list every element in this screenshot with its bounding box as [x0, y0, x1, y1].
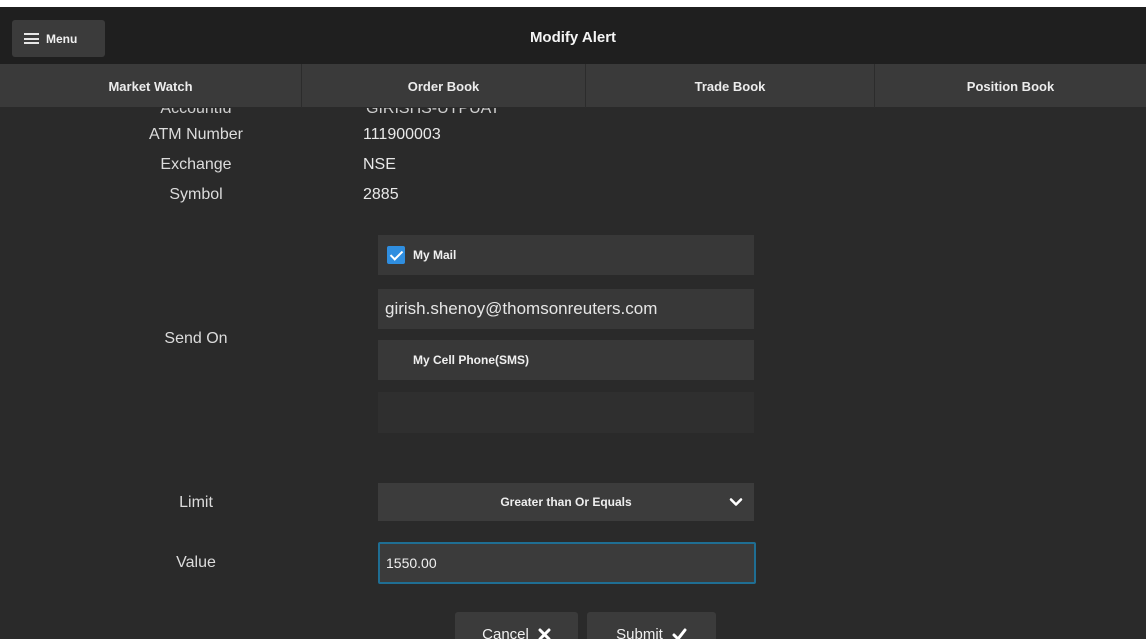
limit-label: Limit	[179, 494, 213, 511]
limit-select[interactable]: Greater than Or Equals	[378, 483, 754, 521]
tab-trade-book[interactable]: Trade Book	[586, 64, 875, 108]
submit-button[interactable]: Submit	[587, 612, 716, 639]
symbol-label: Symbol	[169, 186, 223, 203]
account-id-value: GIRISHS-UTPUAT	[366, 108, 566, 120]
phone-number-field[interactable]	[378, 392, 754, 433]
value-label: Value	[176, 554, 216, 571]
my-cell-option[interactable]: My Cell Phone(SMS)	[378, 340, 754, 380]
my-cell-label: My Cell Phone(SMS)	[413, 353, 530, 367]
symbol-value: 2885	[363, 186, 399, 203]
account-id-value-text: GIRISHS-UTPUAT	[366, 108, 500, 117]
my-mail-option[interactable]: My Mail	[378, 235, 754, 275]
atm-number-value: 111900003	[363, 126, 441, 143]
tab-market-watch[interactable]: Market Watch	[0, 64, 302, 108]
tab-position-book[interactable]: Position Book	[875, 64, 1146, 108]
account-id-label: AccountId	[106, 108, 286, 120]
tab-order-book[interactable]: Order Book	[302, 64, 586, 108]
email-field[interactable]: girish.shenoy@thomsonreuters.com	[378, 289, 754, 329]
account-id-label-text: AccountId	[160, 108, 232, 117]
cancel-button[interactable]: Cancel	[455, 612, 578, 639]
my-cell-checkbox[interactable]	[387, 351, 405, 369]
value-input[interactable]	[378, 542, 756, 584]
submit-button-label: Submit	[616, 626, 663, 639]
page-title: Modify Alert	[529, 29, 617, 46]
check-icon	[672, 628, 687, 639]
chevron-down-icon	[729, 498, 743, 506]
atm-number-label: ATM Number	[149, 126, 243, 143]
send-on-label: Send On	[164, 330, 228, 347]
exchange-value: NSE	[363, 156, 396, 173]
top-edge-stripe	[0, 0, 1146, 7]
my-mail-checkbox[interactable]	[387, 246, 405, 264]
cancel-button-label: Cancel	[482, 626, 529, 639]
close-icon	[538, 628, 551, 639]
exchange-label: Exchange	[160, 156, 232, 173]
top-bar: Menu Modify Alert	[0, 0, 1146, 64]
limit-select-value: Greater than Or Equals	[500, 495, 632, 509]
my-mail-label: My Mail	[413, 248, 457, 262]
tab-bar: Market Watch Order Book Trade Book Posit…	[0, 64, 1146, 108]
